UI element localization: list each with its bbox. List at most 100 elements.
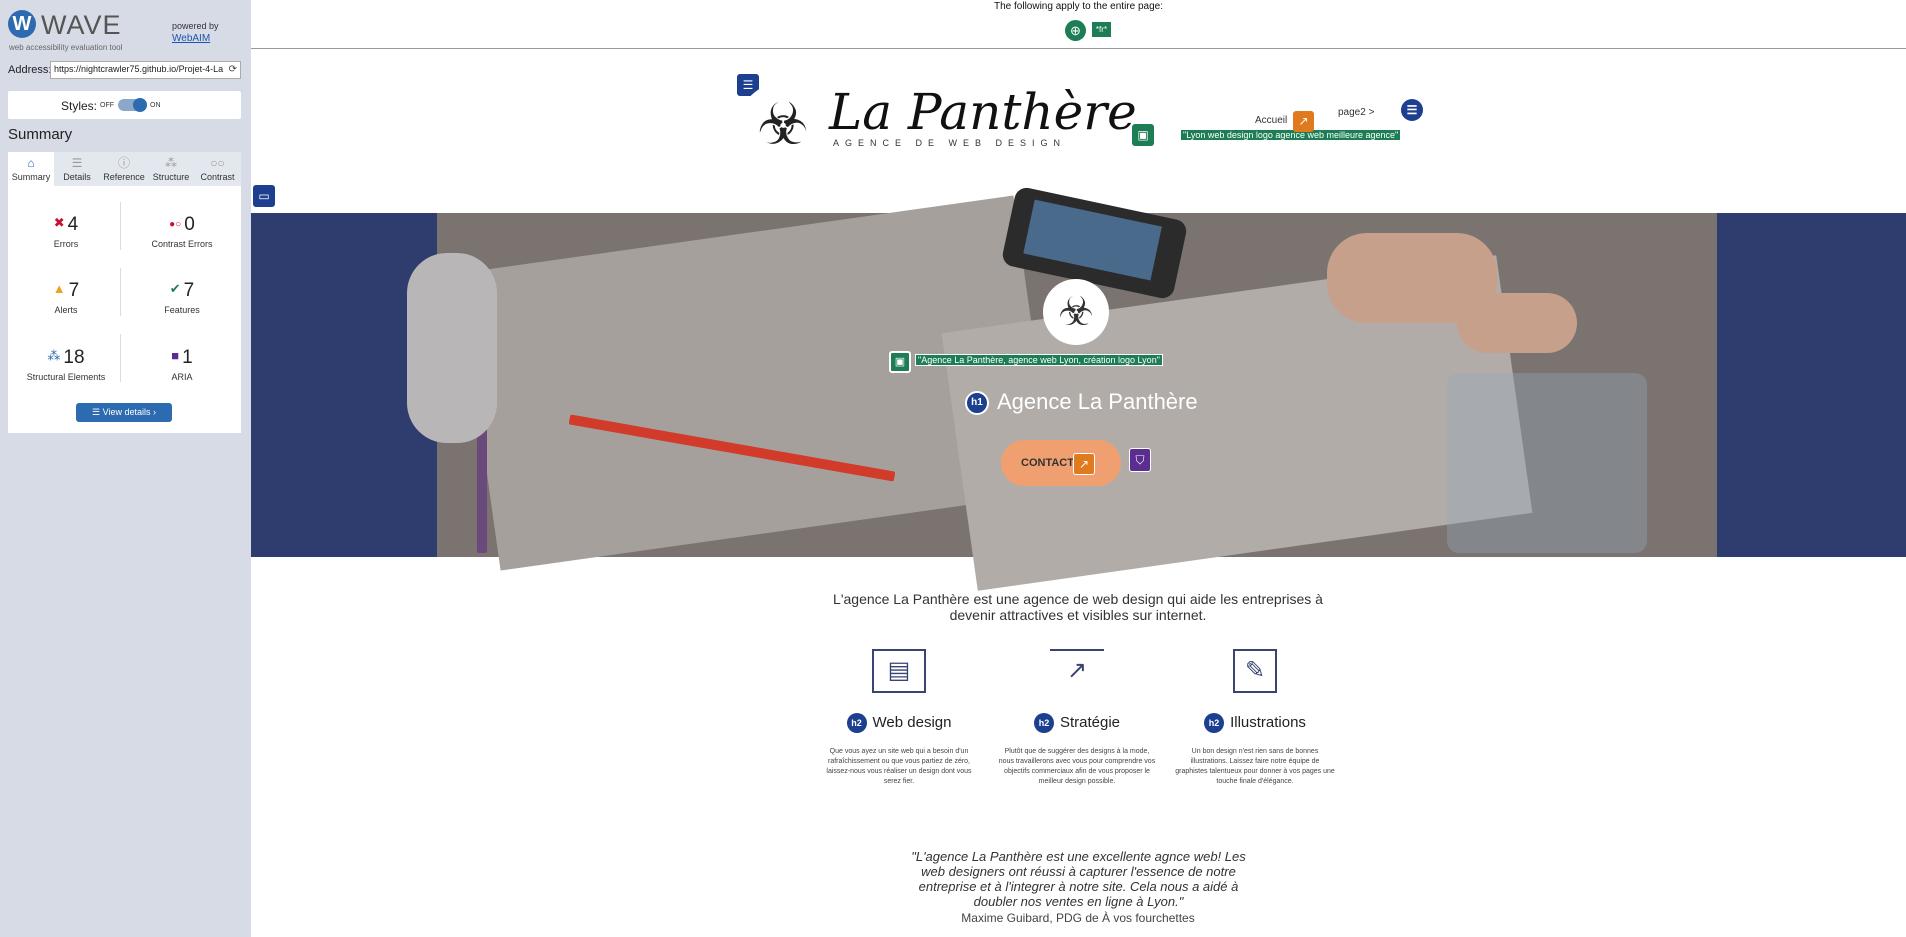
service-title: h2 Stratégie — [997, 713, 1157, 733]
intro-paragraph: L'agence La Panthère est une agence de w… — [833, 591, 1323, 623]
h2-badge-icon[interactable]: h2 — [846, 713, 867, 733]
features-count: 7 — [183, 280, 195, 301]
styles-toggle[interactable] — [118, 98, 147, 112]
aria-label: ARIA — [171, 372, 193, 382]
styles-label: Styles: — [61, 99, 98, 113]
alerts-count: 7 — [68, 280, 80, 301]
service-text: Que vous ayez un site web qui a besoin d… — [826, 748, 972, 785]
brand-name: La Panthère — [829, 83, 1137, 141]
errors-count: 4 — [67, 214, 79, 235]
wave-logo-icon: W — [8, 10, 36, 38]
h2-badge-icon[interactable]: h2 — [1204, 713, 1225, 733]
reload-icon[interactable]: ⟳ — [229, 64, 237, 75]
service-illustrations: ✎ h2 Illustrations Un bon design n'est ri… — [1175, 649, 1335, 787]
hero-background-image — [407, 185, 1717, 591]
nav-list-icon[interactable]: ☰ — [1401, 99, 1423, 121]
hero-alt-text: "Agence La Panthère, agence web Lyon, cr… — [915, 354, 1163, 366]
powered-by-label: powered by — [172, 21, 219, 31]
tab-reference[interactable]: ⓘ Reference — [100, 152, 148, 186]
stat-contrast-errors[interactable]: ●○ 0 Contrast Errors — [124, 214, 240, 249]
stat-aria[interactable]: ■ 1 ARIA — [124, 347, 240, 382]
service-title-text: Stratégie — [1059, 714, 1121, 731]
tab-structure[interactable]: ⁂ Structure — [148, 152, 194, 186]
presentation-chart-icon: ↗ — [1050, 649, 1104, 693]
aria-icon: ■ — [171, 348, 180, 363]
image-alt-icon[interactable]: ▣ — [1132, 124, 1154, 146]
structural-label: Structural Elements — [26, 372, 106, 382]
wave-tagline: web accessibility evaluation tool — [9, 43, 123, 52]
service-title: h2 Web design — [819, 713, 979, 733]
panther-logo-icon: ☣ — [739, 83, 827, 167]
region-icon[interactable]: ▭ — [253, 185, 275, 207]
h2-badge-icon[interactable]: h2 — [1033, 713, 1054, 733]
tab-summary[interactable]: ⌂ Summary — [8, 152, 54, 186]
logo-alt-text: "Lyon web design logo agence web meilleu… — [1180, 129, 1402, 141]
contrast-icon: ○○ — [210, 156, 225, 170]
service-strategie: ↗ h2 Stratégie Plutôt que de suggérer des… — [997, 649, 1157, 787]
view-details-button[interactable]: ☰ View details › — [76, 403, 172, 422]
language-icon[interactable]: ⊕ — [1065, 20, 1086, 41]
structure-icon: ⁂ — [165, 156, 177, 170]
feature-icon: ✔ — [169, 281, 181, 296]
home-icon: ⌂ — [27, 156, 35, 170]
tab-details[interactable]: ☰ Details — [54, 152, 100, 186]
testimonial-quote: "L'agence La Panthère est une excellente… — [911, 849, 1246, 909]
aria-count: 1 — [182, 347, 193, 368]
nav-link-accueil[interactable]: Accueil — [1255, 115, 1287, 126]
h1-badge-icon[interactable]: h1 — [965, 391, 989, 415]
styles-off-label: OFF — [100, 102, 114, 109]
stat-alerts[interactable]: ▲ 7 Alerts — [8, 280, 124, 315]
tab-label: Summary — [11, 172, 51, 182]
tab-label: Details — [63, 172, 91, 182]
features-label: Features — [164, 305, 200, 315]
alerts-label: Alerts — [54, 305, 78, 315]
summary-panel: ✖ 4 Errors ●○ 0 Contrast Errors ▲ 7 Alerts … — [8, 186, 241, 433]
redundant-link-alert-icon[interactable]: ↗ — [1073, 453, 1095, 475]
address-label: Address: — [8, 64, 52, 76]
service-title-text: Illustrations — [1230, 714, 1306, 731]
wave-brand: WAVE — [41, 10, 122, 40]
hand-image — [1457, 293, 1577, 353]
address-input[interactable]: https://nightcrawler75.github.io/Projet-… — [50, 61, 241, 79]
list-icon: ☰ — [71, 156, 83, 170]
service-title: h2 Illustrations — [1175, 713, 1335, 733]
webaim-link[interactable]: WebAIM — [172, 33, 210, 44]
contact-label: CONTACT — [1021, 457, 1074, 469]
error-icon: ✖ — [53, 215, 65, 230]
testimonial-author: Maxime Guibard, PDG de À vos fourchettes — [961, 911, 1195, 925]
page-wide-bar: The following apply to the entire page: … — [251, 0, 1906, 49]
redundant-link-alert-icon[interactable]: ↗ — [1293, 111, 1314, 132]
aria-icon[interactable]: ⛉ — [1129, 448, 1151, 472]
service-text: Un bon design n'est rien sans de bonnes … — [1175, 748, 1335, 785]
wave-header: W WAVE web accessibility evaluation tool… — [8, 8, 244, 54]
info-icon: ⓘ — [117, 156, 130, 170]
wave-sidebar: W WAVE web accessibility evaluation tool… — [0, 0, 251, 937]
lang-fr-badge[interactable]: *fr* — [1092, 22, 1111, 37]
nav-link-page2[interactable]: page2 > — [1338, 107, 1374, 118]
structural-count: 18 — [63, 347, 85, 368]
address-value: https://nightcrawler75.github.io/Projet-… — [54, 64, 224, 74]
brand-subtitle: AGENCE DE WEB DESIGN — [833, 138, 1067, 148]
phone-image — [1000, 185, 1189, 301]
hero-logo-image: ☣ — [1043, 279, 1109, 345]
phone-screen — [1023, 199, 1162, 281]
styles-toggle-row: Styles: OFF ON — [8, 91, 241, 119]
list-icon: ☰ — [92, 407, 103, 417]
image-alt-icon[interactable]: ▣ — [889, 351, 911, 373]
errors-label: Errors — [53, 239, 79, 249]
contact-button[interactable]: CONTACT — [1001, 440, 1121, 486]
lang-code: fr — [1099, 25, 1104, 34]
tab-contrast[interactable]: ○○ Contrast — [194, 152, 241, 186]
summary-heading: Summary — [8, 126, 73, 143]
pen-jar-image — [1447, 373, 1647, 553]
stat-structural[interactable]: ⁂ 18 Structural Elements — [8, 347, 124, 382]
stat-errors[interactable]: ✖ 4 Errors — [8, 214, 124, 249]
structure-icon: ⁂ — [47, 348, 61, 363]
pencil-edit-icon: ✎ — [1233, 649, 1277, 693]
browser-window-icon: ▤ — [872, 649, 926, 693]
toggle-knob — [133, 98, 147, 112]
page-wide-text: The following apply to the entire page: — [994, 1, 1163, 12]
service-title-text: Web design — [872, 714, 952, 731]
hero-banner: ☣ ▣ "Agence La Panthère, agence web Lyon… — [251, 185, 1906, 591]
stat-features[interactable]: ✔ 7 Features — [124, 280, 240, 315]
